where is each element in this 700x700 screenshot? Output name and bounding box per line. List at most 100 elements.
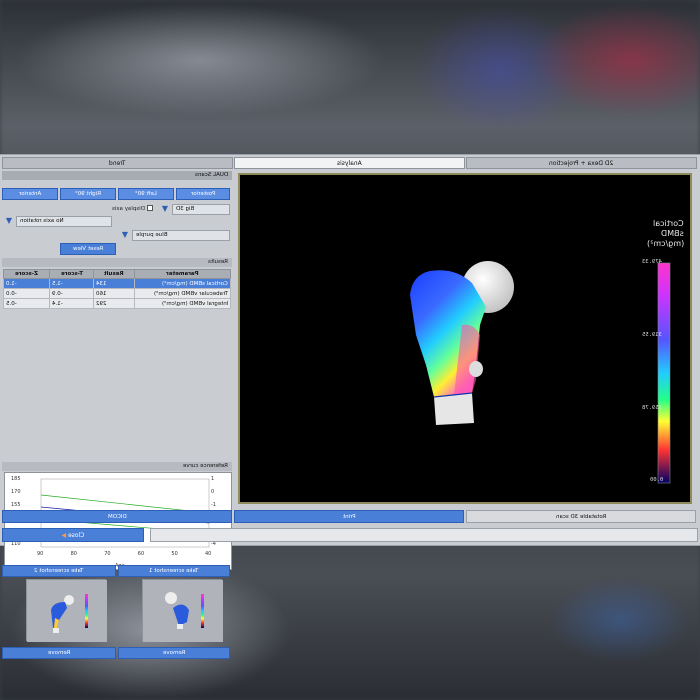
anterior-button[interactable]: Anterior <box>2 188 58 200</box>
tab-dexa-label: 2D Dexa + Projection <box>549 160 614 167</box>
colorbar-tick-label: 319.55 <box>642 332 662 338</box>
results-title: Results <box>208 259 228 265</box>
ref-x-tick: 60 <box>138 551 144 557</box>
size-select-value: Big 3D <box>176 206 195 212</box>
left-90-button[interactable]: Left 90° <box>118 188 174 200</box>
dicom-button[interactable]: DICOM <box>2 510 232 523</box>
display-axis-checkbox[interactable]: Display axis <box>112 205 153 212</box>
posterior-label: Posterior <box>190 191 216 197</box>
posterior-button[interactable]: Posterior <box>176 188 230 200</box>
right-90-label: Right 90° <box>75 191 101 197</box>
cell-parameter: Integral vBMD (mg/cm³) <box>134 298 231 309</box>
colorbar-tick-label: 479.33 <box>642 259 662 265</box>
col-tscore-label: T-score <box>60 271 83 277</box>
colorbar-title-line1: Cortical <box>653 219 684 228</box>
size-select[interactable]: Big 3D <box>172 204 230 215</box>
reference-curve-title: Reference curve <box>183 463 228 469</box>
cell-zscore: -1.0 <box>3 278 50 289</box>
reset-view-button[interactable]: Reset View <box>60 243 116 255</box>
remove-screenshot-1-label: Remove <box>162 650 186 656</box>
cell-zscore-value: -0.0 <box>6 290 17 297</box>
checkbox-icon[interactable] <box>146 205 153 211</box>
cell-zscore-value: -1.0 <box>6 280 17 287</box>
rotation-dropdown-arrow-icon[interactable]: ▼ <box>4 216 14 226</box>
section-title-text: DUAL Scans <box>194 172 228 178</box>
take-screenshot-1-label: Take screenshot 1 <box>149 568 199 574</box>
colorbar <box>657 262 671 484</box>
cell-tscore: -1.4 <box>48 298 95 309</box>
palette-select[interactable]: Blue purple <box>132 230 230 241</box>
3d-viewport[interactable]: Cortical sBMD (mg/cm²) 479.33 319.55 159… <box>238 173 692 504</box>
close-button[interactable]: ◀ Close <box>2 528 144 542</box>
col-parameter: Parameter <box>134 269 231 279</box>
cell-parameter-value: Integral vBMD (mg/cm³) <box>161 300 228 307</box>
ref-x-tick: 90 <box>37 551 43 557</box>
ref-x-tick: 70 <box>104 551 110 557</box>
palette-select-value: Blue purple <box>136 232 168 238</box>
take-screenshot-1-button[interactable]: Take screenshot 1 <box>118 565 230 577</box>
take-screenshot-2-button[interactable]: Take screenshot 2 <box>2 565 116 577</box>
tab-2d-dexa-projection[interactable]: 2D Dexa + Projection <box>466 157 697 169</box>
rotation-select-value: No axis rotation <box>20 218 64 224</box>
colorbar-title: Cortical sBMD (mg/cm²) <box>647 219 684 249</box>
cell-result: 160 <box>93 288 135 299</box>
remove-screenshot-1-button[interactable]: Remove <box>118 647 230 659</box>
cell-parameter: Trabecular vBMD (mg/cm³) <box>134 288 231 299</box>
results-header-row: Z-score T-score Result Parameter <box>3 269 231 279</box>
screenshot-2-thumbnail <box>26 579 107 642</box>
colorbar-title-line3: (mg/cm²) <box>646 239 684 248</box>
print-button[interactable]: Print <box>234 510 464 523</box>
cell-result-value: 160 <box>96 290 107 297</box>
rotation-select[interactable]: No axis rotation <box>16 216 112 227</box>
tab-analysis[interactable]: Analysis <box>234 157 465 169</box>
colorbar-tick: 319.55 <box>642 332 662 338</box>
right-90-button[interactable]: Right 90° <box>60 188 116 200</box>
remove-screenshot-2-label: Remove <box>47 650 71 656</box>
remove-screenshot-2-button[interactable]: Remove <box>2 647 116 659</box>
reset-view-label: Reset View <box>72 246 104 252</box>
cell-zscore: -0.5 <box>3 298 50 309</box>
cell-result: 292 <box>93 298 135 309</box>
tab-trend[interactable]: Trend <box>2 157 233 169</box>
femur-3d-render <box>410 261 671 484</box>
close-row: ◀ Close <box>2 528 698 543</box>
cell-tscore: -0.9 <box>48 288 95 299</box>
palette-dropdown-arrow-icon[interactable]: ▼ <box>120 230 130 240</box>
col-zscore: Z-score <box>3 269 50 279</box>
femur-thumbnail-2-icon <box>27 580 107 642</box>
colorbar-tick: 0.00 <box>650 477 663 483</box>
col-zscore-label: Z-score <box>15 271 38 277</box>
cell-tscore: -1.5 <box>48 278 95 289</box>
left-90-label: Left 90° <box>135 191 157 197</box>
reference-curve-header: Reference curve <box>2 462 232 471</box>
size-dropdown-arrow-icon[interactable]: ▼ <box>160 204 170 214</box>
anterior-label: Anterior <box>18 191 42 197</box>
dicom-label: DICOM <box>107 514 127 520</box>
ref-x-tick: 50 <box>171 551 177 557</box>
ref-y-tick-right: 170 <box>11 489 21 495</box>
table-row[interactable]: -0.0 -0.9 160 Trabecular vBMD (mg/cm³) <box>3 288 231 299</box>
cell-result-value: 292 <box>96 300 107 307</box>
results-table: Z-score T-score Result Parameter -1.0 -1… <box>3 269 231 309</box>
cell-zscore: -0.0 <box>3 288 50 299</box>
colorbar-tick-label: 159.78 <box>642 405 662 411</box>
col-result-label: Result <box>104 271 125 277</box>
ref-y-tick-left: 1 <box>211 476 214 482</box>
table-row[interactable]: -0.5 -1.4 292 Integral vBMD (mg/cm³) <box>3 298 231 309</box>
cell-tscore-value: -0.9 <box>51 290 63 297</box>
rotatable-3d-scan-button[interactable]: Rotatable 3D scan <box>466 510 696 523</box>
col-parameter-label: Parameter <box>166 271 199 277</box>
ref-y-tick-left: 0 <box>211 489 214 495</box>
colorbar-tick-label: 0.00 <box>650 477 664 483</box>
cell-tscore-value: -1.4 <box>51 300 63 307</box>
cell-parameter-value: Cortical sBMD (mg/cm²) <box>162 280 228 287</box>
cell-parameter: Cortical sBMD (mg/cm²) <box>134 278 231 289</box>
tab-bar: Trend Analysis 2D Dexa + Projection <box>2 157 698 169</box>
bottom-action-bar: DICOM Print Rotatable 3D scan <box>2 510 698 523</box>
colorbar-title-line2: sBMD <box>661 229 684 238</box>
table-row[interactable]: -1.0 -1.5 134 Cortical sBMD (mg/cm²) <box>3 278 231 289</box>
colorbar-tick: 159.78 <box>642 405 662 411</box>
col-tscore: T-score <box>48 269 95 279</box>
tab-trend-label: Trend <box>109 160 126 167</box>
femur-thumbnail-1-icon <box>143 580 223 642</box>
